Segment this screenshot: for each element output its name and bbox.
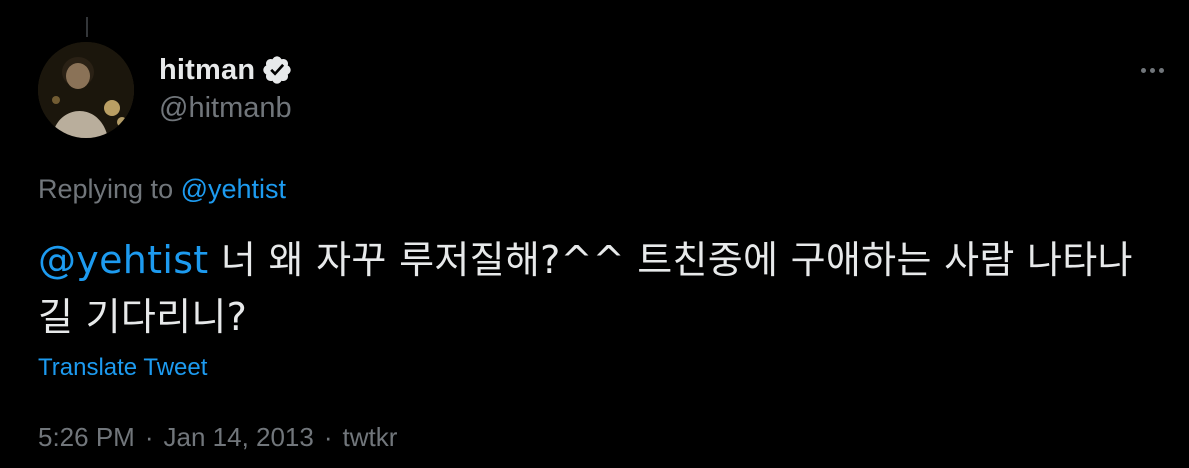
more-dot	[1140, 67, 1146, 73]
tweet-meta: 5:26 PM · Jan 14, 2013 · twtkr	[38, 422, 397, 453]
verified-badge-icon	[261, 54, 293, 86]
thread-connector-line	[86, 17, 88, 37]
display-name[interactable]: hitman	[159, 54, 255, 87]
tweet-text: @yehtist 너 왜 자꾸 루저질해?^^ 트친중에 구애하는 사람 나타나…	[38, 232, 1168, 346]
author-name-row: hitman	[159, 53, 293, 87]
more-dot	[1149, 67, 1155, 73]
author-handle[interactable]: @hitmanb	[159, 92, 292, 125]
more-dot	[1158, 67, 1164, 73]
replying-to: Replying to @yehtist	[38, 174, 286, 205]
tweet-time[interactable]: 5:26 PM	[38, 422, 135, 453]
meta-separator: ·	[144, 422, 154, 452]
mention-link[interactable]: @yehtist	[38, 238, 209, 282]
replying-prefix: Replying to	[38, 174, 174, 204]
avatar-photo	[38, 42, 134, 138]
meta-separator: ·	[323, 422, 333, 452]
avatar[interactable]	[38, 42, 134, 138]
replying-to-handle-link[interactable]: @yehtist	[181, 174, 286, 204]
tweet-source[interactable]: twtkr	[343, 422, 398, 453]
more-horizontal-icon[interactable]	[1134, 56, 1170, 84]
tweet-date[interactable]: Jan 14, 2013	[164, 422, 314, 453]
translate-tweet-link[interactable]: Translate Tweet	[38, 354, 207, 382]
